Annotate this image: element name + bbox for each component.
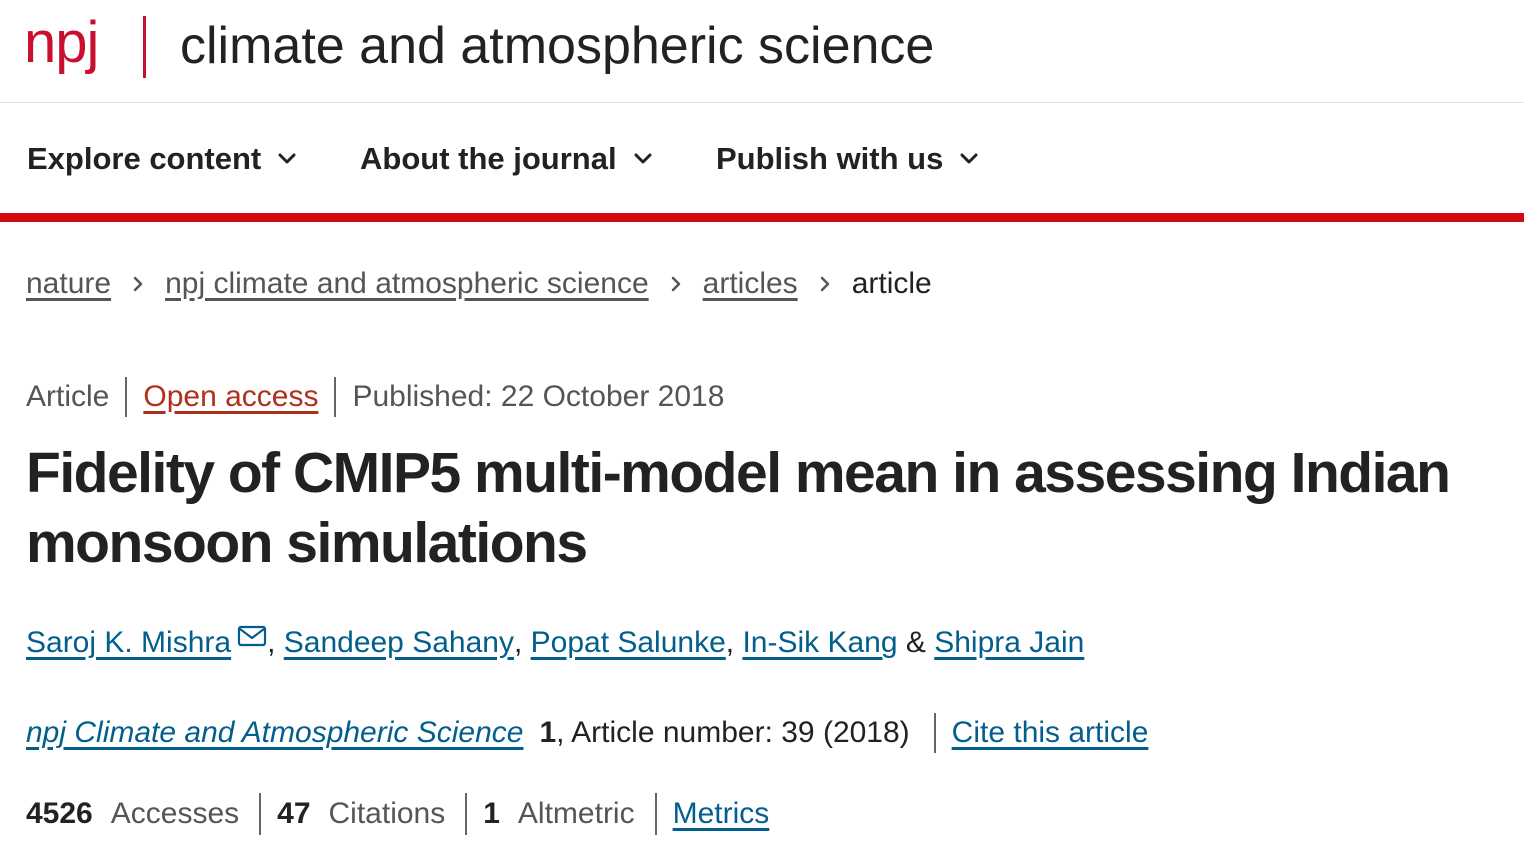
cite-divider <box>933 713 936 753</box>
author-separator: , <box>267 626 284 659</box>
chevron-down-icon <box>277 152 297 166</box>
nav-label: About the journal <box>360 141 617 176</box>
chevron-right-icon <box>669 274 683 294</box>
altmetric-count: 1 <box>483 797 500 830</box>
author-link[interactable]: In-Sik Kang <box>742 626 897 660</box>
breadcrumb-current: article <box>851 267 932 300</box>
chevron-right-icon <box>131 274 145 294</box>
citation-line: npj Climate and Atmospheric Science 1 , … <box>26 712 1148 754</box>
nav-label: Explore content <box>27 141 262 176</box>
breadcrumb-link-journal[interactable]: npj climate and atmospheric science <box>165 267 649 301</box>
author-separator: , <box>513 626 531 659</box>
meta-divider <box>125 377 128 417</box>
breadcrumb-link-articles[interactable]: articles <box>703 267 798 301</box>
author-link[interactable]: Saroj K. Mishra <box>26 626 231 660</box>
email-icon[interactable] <box>237 624 267 648</box>
chevron-down-icon <box>633 152 653 166</box>
author-list: Saroj K. Mishra , Sandeep Sahany , Popat… <box>26 620 1084 666</box>
citations-count: 47 <box>277 797 311 830</box>
author-link[interactable]: Popat Salunke <box>531 626 726 660</box>
main-nav: Explore content About the journal Publis… <box>0 103 1524 213</box>
article-number: , Article number: 39 (2018) <box>556 716 910 749</box>
article-type: Article <box>26 380 110 413</box>
accesses-count: 4526 <box>26 797 93 830</box>
site-header: npj climate and atmospheric science <box>0 0 1524 103</box>
citations-label: Citations <box>328 797 446 830</box>
altmetric-label: Altmetric <box>517 797 635 830</box>
metrics-link[interactable]: Metrics <box>673 797 770 831</box>
author-separator: & <box>897 626 935 659</box>
chevron-right-icon <box>818 274 832 294</box>
author-separator: , <box>725 626 743 659</box>
accesses-label: Accesses <box>110 797 240 830</box>
nav-label: Publish with us <box>716 141 944 176</box>
volume-number: 1 <box>539 716 557 749</box>
metrics-divider <box>654 793 657 835</box>
chevron-down-icon <box>959 152 979 166</box>
article-meta: Article Open access Published: 22 Octobe… <box>26 376 724 418</box>
cite-this-article-link[interactable]: Cite this article <box>952 716 1149 750</box>
published-date: Published: 22 October 2018 <box>352 380 725 413</box>
journal-link[interactable]: npj Climate and Atmospheric Science <box>26 716 523 750</box>
nav-explore-content[interactable]: Explore content <box>27 139 297 179</box>
author-link[interactable]: Shipra Jain <box>934 626 1084 660</box>
meta-divider <box>334 377 337 417</box>
nav-divider-rule <box>0 213 1524 222</box>
logo-divider <box>143 16 146 78</box>
npj-logo[interactable]: npj <box>24 8 99 78</box>
nav-publish-with-us[interactable]: Publish with us <box>716 139 979 179</box>
article-title: Fidelity of CMIP5 multi-model mean in as… <box>26 441 1451 575</box>
article-metrics: 4526 Accesses 47 Citations 1 Altmetric M… <box>26 792 769 836</box>
breadcrumb: nature npj climate and atmospheric scien… <box>26 264 932 304</box>
journal-title[interactable]: climate and atmospheric science <box>180 14 934 78</box>
nav-about-journal[interactable]: About the journal <box>360 139 653 179</box>
metrics-divider <box>465 793 468 835</box>
breadcrumb-link-nature[interactable]: nature <box>26 267 111 301</box>
metrics-divider <box>259 793 262 835</box>
open-access-link[interactable]: Open access <box>143 380 318 414</box>
author-link[interactable]: Sandeep Sahany <box>284 626 514 660</box>
